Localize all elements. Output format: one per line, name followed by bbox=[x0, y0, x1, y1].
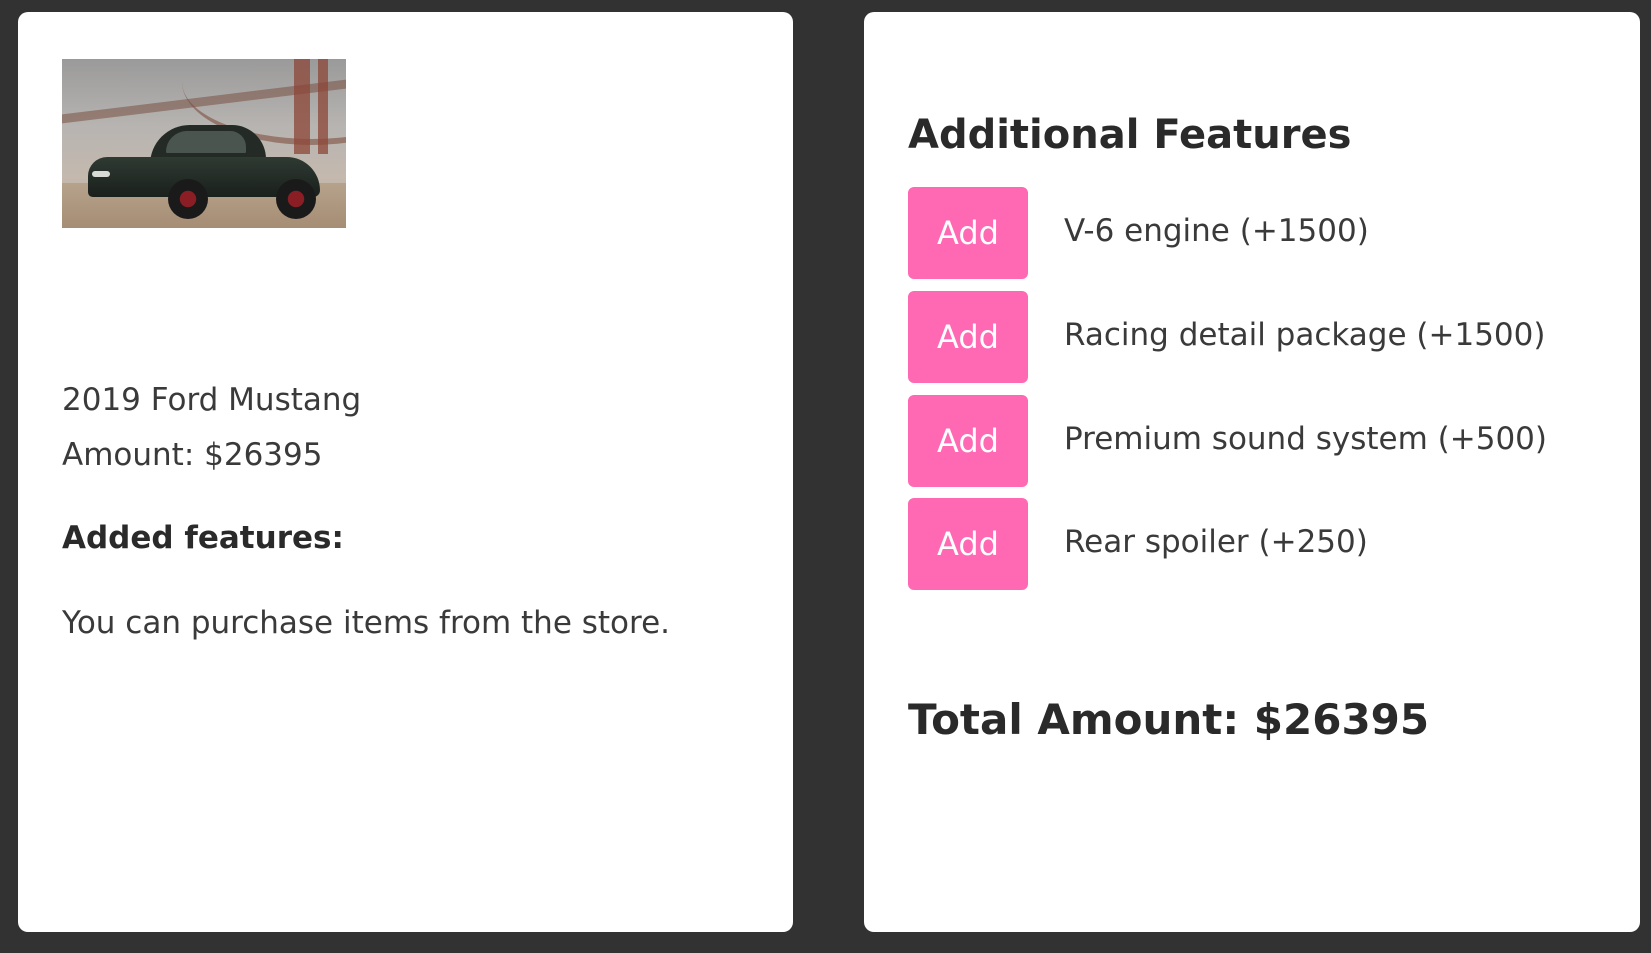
car-window-shape bbox=[166, 131, 246, 153]
car-headlight-shape bbox=[92, 171, 110, 177]
feature-row: Add Racing detail package (+1500) bbox=[908, 291, 1608, 383]
car-amount: Amount: $26395 bbox=[62, 437, 323, 473]
add-feature-button[interactable]: Add bbox=[908, 395, 1028, 487]
add-feature-button[interactable]: Add bbox=[908, 291, 1028, 383]
additional-features-card: Additional Features Add V-6 engine (+150… bbox=[864, 12, 1640, 932]
car-wheel-shape bbox=[276, 179, 316, 219]
feature-row: Add Premium sound system (+500) bbox=[908, 395, 1608, 487]
feature-row: Add V-6 engine (+1500) bbox=[908, 187, 1608, 279]
added-features-empty-message: You can purchase items from the store. bbox=[62, 605, 671, 641]
added-features-heading: Added features: bbox=[62, 520, 344, 556]
car-image bbox=[62, 59, 346, 228]
feature-label: Premium sound system (+500) bbox=[1064, 421, 1547, 457]
add-feature-button[interactable]: Add bbox=[908, 187, 1028, 279]
car-wheel-shape bbox=[168, 179, 208, 219]
feature-label: Racing detail package (+1500) bbox=[1064, 317, 1546, 353]
bridge-tower-shape bbox=[318, 59, 328, 154]
feature-label: V-6 engine (+1500) bbox=[1064, 213, 1369, 249]
feature-label: Rear spoiler (+250) bbox=[1064, 524, 1368, 560]
feature-row: Add Rear spoiler (+250) bbox=[908, 498, 1608, 590]
add-feature-button[interactable]: Add bbox=[908, 498, 1028, 590]
additional-features-title: Additional Features bbox=[908, 112, 1352, 158]
car-name: 2019 Ford Mustang bbox=[62, 382, 362, 418]
total-amount: Total Amount: $26395 bbox=[908, 695, 1430, 744]
car-card: 2019 Ford Mustang Amount: $26395 Added f… bbox=[18, 12, 793, 932]
bridge-tower-shape bbox=[294, 59, 310, 154]
